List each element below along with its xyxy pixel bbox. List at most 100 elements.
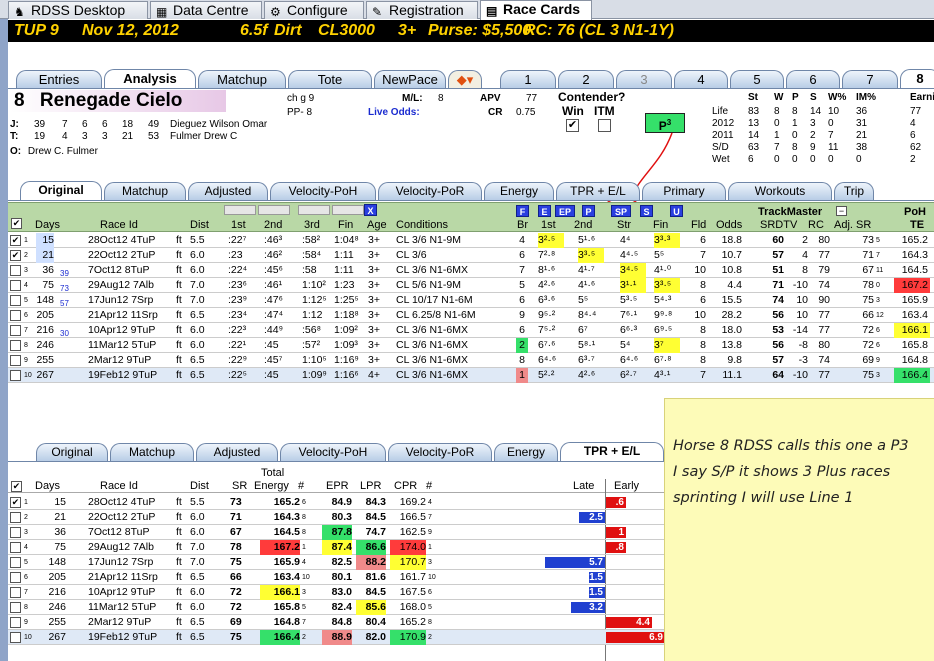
close-x-button[interactable]: X [364,204,377,216]
tab2-matchup[interactable]: Matchup [110,443,194,461]
row-checkbox[interactable] [10,632,21,643]
tab-horse-4[interactable]: 4 [674,70,728,88]
tab-horse-1[interactable]: 1 [500,70,556,88]
tab-horse-3[interactable]: 3 [616,70,672,88]
tab-workouts[interactable]: Workouts [728,182,832,200]
pp-table-row[interactable]: 7 216 30 10Apr12 9TuP ft 6.0:22³:44⁹:56⁸ 1:09²… [8,323,934,338]
call-1-time: :23⁹ [228,294,248,306]
tab2-velocity-por[interactable]: Velocity-PoR [388,443,492,461]
break-position: 6 [519,324,525,336]
filter-ep-button[interactable]: EP [555,205,575,217]
tab-horse-8[interactable]: 8 [900,69,934,88]
tab-registration[interactable]: ✎ Registration [366,1,478,19]
pp-table-row[interactable]: ✔ 2 21 22Oct12 2TuP ft 6.0:23:46²:58⁴ 1:11 3+ CL… [8,248,934,263]
tab-data-centre[interactable]: ▦ Data Centre [150,1,262,19]
row-checkbox[interactable] [10,512,21,523]
row-checkbox[interactable] [10,557,21,568]
tpr-table-row[interactable]: 7 216 10Apr12 9TuP ft 6.0 72 166.1 3 83.0 84.5 167… [8,585,664,600]
tab-velocity-poh[interactable]: Velocity-PoH [270,182,376,200]
tab-rdss-desktop[interactable]: ♞ RDSS Desktop [8,1,148,19]
tab-horse-2[interactable]: 2 [558,70,614,88]
tpr-table-row[interactable]: 10 267 19Feb12 9TuP ft 6.5 75 166.4 2 88.9 82.0 17… [8,630,664,645]
tab-analysis[interactable]: Analysis [104,69,196,88]
tab-original[interactable]: Original [20,181,102,200]
distance: 7.0 [190,556,205,568]
tab2-adjusted[interactable]: Adjusted [196,443,278,461]
tab2-energy[interactable]: Energy [494,443,558,461]
select-all-checkbox[interactable]: ✔ [11,218,22,229]
pp-table-row[interactable]: 10 267 19Feb12 9TuP ft 6.5:22⁵:45 1:09⁹ 1:16⁶ 4… [8,368,934,383]
row-number: 1 [24,237,28,244]
tab-entries[interactable]: Entries [16,70,102,88]
filter-p-button[interactable]: P [582,205,595,217]
row-checkbox[interactable] [10,295,21,306]
tab-tpr-el[interactable]: TPR + E/L [556,182,640,200]
record-cell: 63 [748,142,760,153]
win-checkbox[interactable]: ✔ [566,119,579,132]
row-checkbox[interactable] [10,572,21,583]
row-checkbox[interactable] [10,325,21,336]
row-checkbox[interactable] [10,542,21,553]
tpr-table-row[interactable]: 3 36 7Oct12 8TuP ft 6.0 67 164.5 8 87.8 74.7 162.5… [8,525,664,540]
tpr-select-all-checkbox[interactable]: ✔ [11,481,22,492]
tpr-table-row[interactable]: ✔ 1 15 28Oct12 4TuP ft 5.5 73 165.2 6 84.9 84.3 169… [8,495,664,510]
pp-table-row[interactable]: 4 75 73 29Aug12 7Alb ft 7.0:23⁶:46¹ 1:10² 1:23 3… [8,278,934,293]
split-fin-button[interactable] [332,205,364,215]
tab2-velocity-poh[interactable]: Velocity-PoH [280,443,386,461]
split-2-button[interactable] [258,205,290,215]
tab-configure[interactable]: ⚙ Configure [264,1,364,19]
tab-horse-7[interactable]: 7 [842,70,898,88]
row-checkbox[interactable] [10,340,21,351]
pp-table-row[interactable]: 5 148 57 17Jun12 7Srp ft 7.0:23⁹:47⁶ 1:12⁵ 1:25… [8,293,934,308]
filter-s-button[interactable]: S [640,205,653,217]
total-energy: 165.8 [273,601,300,613]
collapse-icon[interactable]: − [836,206,847,216]
tab-trip[interactable]: Trip [834,182,874,200]
tab-horse-5[interactable]: 5 [730,70,784,88]
row-checkbox[interactable] [10,370,21,381]
row-checkbox[interactable]: ✔ [10,250,21,261]
options-dropdown[interactable]: ◆▾ [448,70,482,88]
filter-sp-button[interactable]: SP [611,205,631,217]
tpr-table-row[interactable]: 6 205 21Apr12 11Srp ft 6.5 66 163.4 10 80.1 81.6 1… [8,570,664,585]
tpr-table-row[interactable]: 9 255 2Mar12 9TuP ft 6.5 69 164.8 7 84.8 80.4 165.… [8,615,664,630]
tpr-table-row[interactable]: 8 246 11Mar12 5TuP ft 6.0 72 165.8 5 82.4 85.6 168… [8,600,664,615]
row-checkbox[interactable] [10,617,21,628]
tab-tote[interactable]: Tote [288,70,372,88]
pp-table-row[interactable]: 3 36 39 7Oct12 8TuP ft 6.0:22⁴:45⁶:58 1:11 3+ CL… [8,263,934,278]
row-checkbox[interactable] [10,355,21,366]
tab-pp-matchup[interactable]: Matchup [104,182,186,200]
row-checkbox[interactable] [10,587,21,598]
tab-horse-6[interactable]: 6 [786,70,840,88]
tpr-table-row[interactable]: 2 21 22Oct12 2TuP ft 6.0 71 164.3 8 80.3 84.5 166.… [8,510,664,525]
tpr-table-row[interactable]: 4 75 29Aug12 7Alb ft 7.0 78 167.2 1 87.4 86.6 174.… [8,540,664,555]
tab-matchup[interactable]: Matchup [198,70,286,88]
tab2-original[interactable]: Original [36,443,108,461]
tab2-tpr-el[interactable]: TPR + E/L [560,442,664,461]
filter-u-button[interactable]: U [670,205,683,217]
pp-table-row[interactable]: 9 255 2Mar12 9TuP ft 6.5:22⁹:45⁷ 1:10⁵ 1:16⁹ 3+… [8,353,934,368]
pp-table-row[interactable]: ✔ 1 15 28Oct12 4TuP ft 5.5:22⁷:46³:58² 1:04⁸ 3+… [8,233,934,248]
row-checkbox[interactable] [10,280,21,291]
row-checkbox[interactable]: ✔ [10,235,21,246]
tab-primary[interactable]: Primary [642,182,726,200]
pp-table-row[interactable]: 8 246 11Mar12 5TuP ft 6.0:22¹:45:57² 1:09³ 3+ C… [8,338,934,353]
tab-velocity-por[interactable]: Velocity-PoR [378,182,482,200]
row-checkbox[interactable]: ✔ [10,497,21,508]
split-1-button[interactable] [224,205,256,215]
tab-newpace[interactable]: NewPace [374,70,446,88]
row-checkbox[interactable] [10,602,21,613]
row-checkbox[interactable] [10,265,21,276]
filter-e-button[interactable]: E [538,205,551,217]
tab-race-cards[interactable]: ▤ Race Cards [480,0,592,20]
epr: 88.9 [322,630,352,645]
sticky-note[interactable]: Horse 8 RDSS calls this one a P3 I say S… [664,398,934,661]
pp-table-row[interactable]: 6 205 21Apr12 11Srp ft 6.5:23⁴:47⁴ 1:12 1:18⁸ 3… [8,308,934,323]
tab-energy[interactable]: Energy [484,182,554,200]
split-3-button[interactable] [298,205,330,215]
tab-adjusted[interactable]: Adjusted [188,182,268,200]
late-bar: 3.2 [571,602,605,613]
row-checkbox[interactable] [10,527,21,538]
filter-f-button[interactable]: F [516,205,529,217]
row-checkbox[interactable] [10,310,21,321]
